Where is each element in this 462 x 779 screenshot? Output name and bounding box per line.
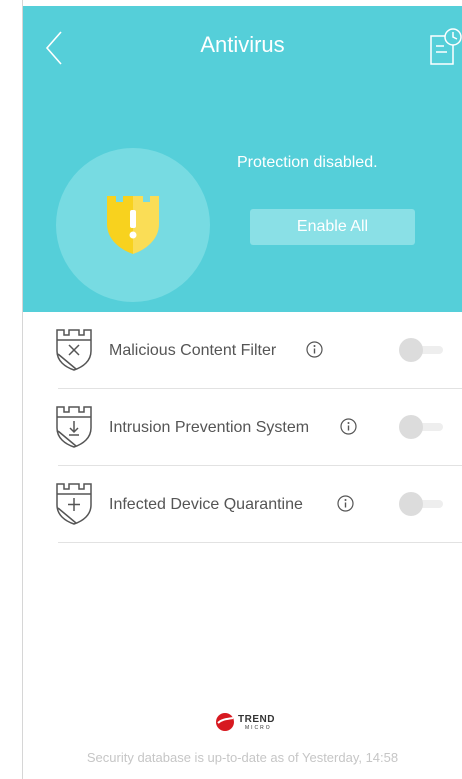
- document-clock-icon: [430, 28, 462, 65]
- list-item-malicious-content-filter: Malicious Content Filter: [23, 312, 462, 389]
- malicious-content-filter-toggle[interactable]: [399, 338, 445, 362]
- database-status-text: Security database is up-to-date as of Ye…: [86, 750, 399, 765]
- brand-sub: MICRO: [245, 725, 272, 731]
- shield-warning-icon: [107, 196, 159, 254]
- info-icon[interactable]: [306, 341, 323, 358]
- protection-status-text: Protection disabled.: [237, 154, 378, 171]
- header: Antivirus Protection disabled. Enable Al…: [23, 6, 462, 312]
- protection-status-badge: [56, 148, 210, 302]
- brand-name: TREND: [238, 714, 275, 725]
- trend-micro-logo-icon: [216, 713, 234, 731]
- info-icon[interactable]: [337, 495, 354, 512]
- toggle-knob: [399, 492, 423, 516]
- page-title: Antivirus: [200, 32, 285, 57]
- security-log-button[interactable]: [429, 28, 462, 66]
- enable-all-button[interactable]: Enable All: [250, 209, 415, 245]
- feature-label: Intrusion Prevention System: [109, 419, 310, 436]
- list-item-intrusion-prevention-system: Intrusion Prevention System: [23, 389, 462, 466]
- infected-device-quarantine-toggle[interactable]: [399, 492, 445, 516]
- list-item-infected-device-quarantine: Infected Device Quarantine: [23, 466, 462, 543]
- shield-plus-icon: [56, 483, 92, 525]
- intrusion-prevention-system-toggle[interactable]: [399, 415, 445, 439]
- shield-x-icon: [56, 329, 92, 371]
- feature-label: Infected Device Quarantine: [109, 496, 303, 513]
- feature-label: Malicious Content Filter: [109, 342, 277, 359]
- divider: [58, 542, 462, 543]
- info-icon[interactable]: [340, 418, 357, 435]
- toggle-knob: [399, 415, 423, 439]
- shield-download-icon: [56, 406, 92, 448]
- toggle-knob: [399, 338, 423, 362]
- feature-list: Malicious Content Filter Intrusion Preve…: [23, 312, 462, 543]
